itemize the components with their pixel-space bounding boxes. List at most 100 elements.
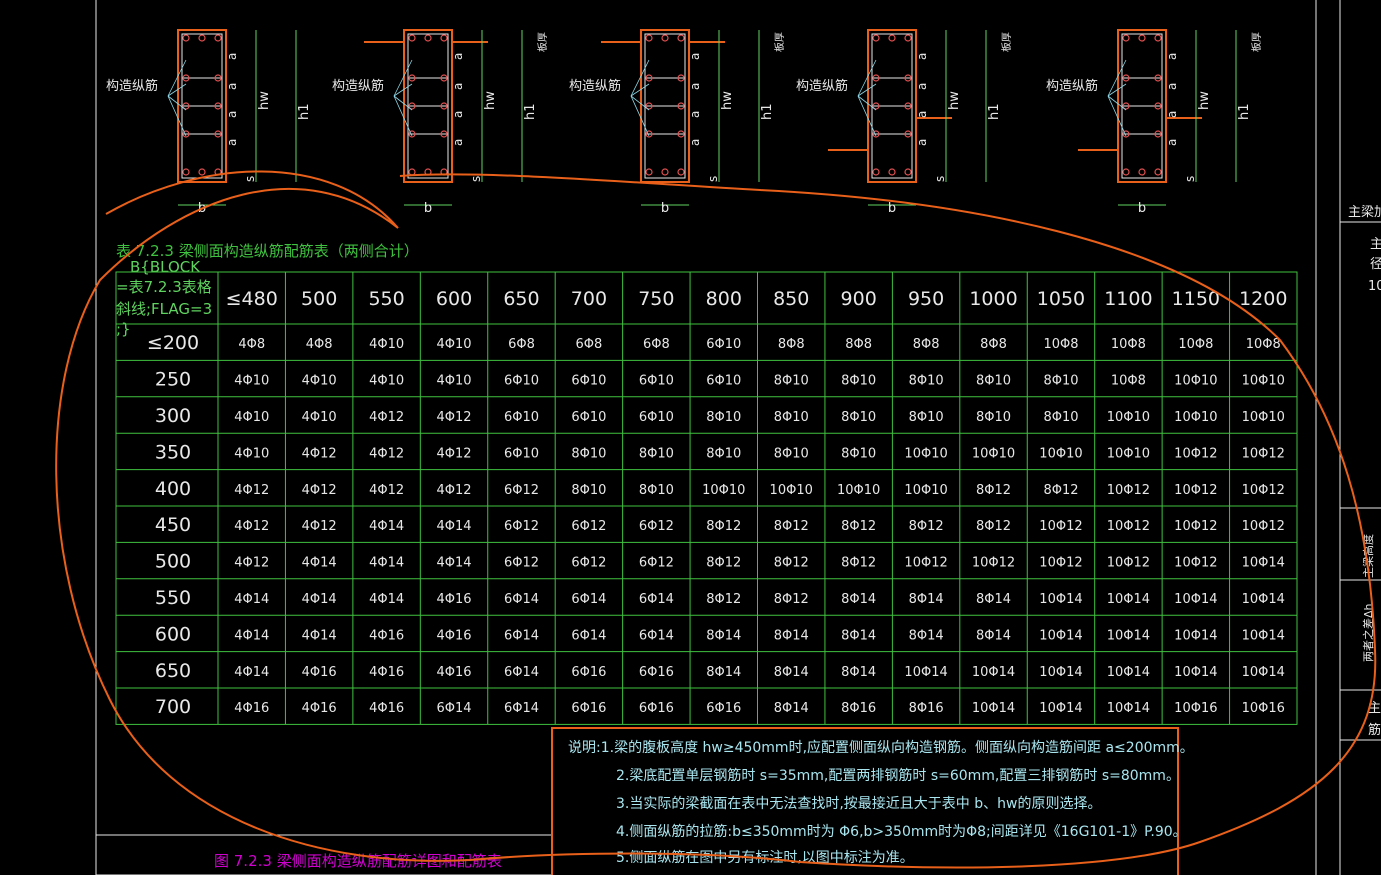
- table-cell: 8Φ12: [976, 519, 1011, 534]
- dim-a: a: [1165, 53, 1179, 60]
- table-cell: 4Φ12: [302, 519, 337, 534]
- table-cell: 4Φ16: [302, 665, 337, 680]
- table-cell: 10Φ14: [1107, 628, 1150, 643]
- dim-h1: h1: [297, 103, 312, 120]
- table-cell: 10Φ8: [1111, 337, 1146, 352]
- table-cell: 8Φ14: [841, 628, 876, 643]
- table-cell: 8Φ10: [909, 410, 944, 425]
- table-cell: 6Φ10: [504, 446, 539, 461]
- table-cell: 6Φ14: [504, 628, 539, 643]
- rebar-dot: [214, 34, 222, 42]
- table-cell: 8Φ10: [1043, 374, 1078, 389]
- rebar-dot: [198, 168, 206, 176]
- table-cell: 10Φ10: [770, 483, 813, 498]
- table-cell: 10Φ12: [1039, 519, 1082, 534]
- table-cell: 8Φ12: [841, 519, 876, 534]
- table-cell: 6Φ10: [706, 337, 741, 352]
- dim-a: a: [915, 53, 929, 60]
- table-cell: 4Φ14: [234, 592, 269, 607]
- table-cell: 4Φ16: [302, 701, 337, 716]
- table-cell: 10Φ12: [1039, 556, 1082, 571]
- table-cell: 8Φ10: [706, 410, 741, 425]
- col-header: 800: [706, 288, 742, 310]
- dim-a: a: [225, 53, 239, 60]
- table-cell: 10Φ10: [1242, 374, 1285, 389]
- table-cell: 8Φ14: [841, 592, 876, 607]
- table-cell: 4Φ16: [369, 665, 404, 680]
- table-cell: 10Φ8: [1111, 374, 1146, 389]
- dim-s: s: [706, 176, 720, 182]
- table-cell: 10Φ10: [1107, 446, 1150, 461]
- table-cell: 6Φ12: [504, 556, 539, 571]
- table-cell: 4Φ14: [234, 665, 269, 680]
- dim-b: b: [661, 201, 669, 216]
- col-header: 850: [773, 288, 809, 310]
- dim-hw: hw: [257, 91, 272, 110]
- col-header: 750: [638, 288, 674, 310]
- dim-s: s: [933, 176, 947, 182]
- table-cell: 8Φ8: [913, 337, 940, 352]
- table-cell: 8Φ12: [909, 519, 944, 534]
- table-cell: 10Φ12: [1174, 519, 1217, 534]
- col-header: 900: [841, 288, 877, 310]
- table-cell: 6Φ10: [639, 374, 674, 389]
- table-cell: 10Φ12: [1242, 519, 1285, 534]
- table-cell: 4Φ14: [234, 628, 269, 643]
- table-cell: 6Φ14: [571, 592, 606, 607]
- table-cell: 6Φ10: [571, 410, 606, 425]
- table-cell: 6Φ16: [639, 665, 674, 680]
- table-cell: 4Φ16: [437, 628, 472, 643]
- table-cell: 8Φ14: [909, 628, 944, 643]
- table-cell: 4Φ12: [369, 483, 404, 498]
- rebar-table-cells: ≤480 500 550 600 650 700 750 800 850 900 950 1000 10…: [147, 288, 1288, 718]
- dim-slab: 板厚: [773, 32, 786, 52]
- table-cell: 10Φ14: [1242, 556, 1285, 571]
- rebar-dot: [1154, 168, 1162, 176]
- cad-drawing-canvas[interactable]: 构造纵筋 b hw h1 a a a a s 构造纵筋 b hw h1 a a a a s 板厚构造纵筋 b hw h1 a…: [0, 0, 1381, 875]
- table-cell: 4Φ10: [437, 374, 472, 389]
- table-cell: 6Φ10: [571, 374, 606, 389]
- rebar-label: 构造纵筋: [1046, 78, 1098, 94]
- table-cell: 10Φ16: [1174, 701, 1217, 716]
- rebar-dot: [1154, 34, 1162, 42]
- rebar-dot: [182, 168, 190, 176]
- table-cell: 8Φ12: [841, 556, 876, 571]
- table-cell: 6Φ12: [571, 556, 606, 571]
- row-header: 550: [155, 587, 191, 609]
- rebar-dot: [661, 168, 669, 176]
- table-cell: 4Φ16: [369, 628, 404, 643]
- table-cell: 6Φ14: [571, 628, 606, 643]
- dim-a: a: [915, 111, 929, 118]
- table-cell: 10Φ14: [1174, 628, 1217, 643]
- table-cell: 4Φ10: [302, 410, 337, 425]
- table-cell: 10Φ14: [1242, 628, 1285, 643]
- table-cell: 6Φ14: [504, 665, 539, 680]
- dim-h1: h1: [987, 103, 1002, 120]
- table-cell: 4Φ8: [238, 337, 265, 352]
- table-cell: 8Φ14: [774, 665, 809, 680]
- table-cell: 8Φ10: [841, 410, 876, 425]
- table-cell: 6Φ12: [639, 556, 674, 571]
- table-cell: 10Φ14: [1039, 665, 1082, 680]
- table-cell: 8Φ14: [841, 665, 876, 680]
- table-cell: 6Φ14: [504, 592, 539, 607]
- table-cell: 10Φ8: [1178, 337, 1213, 352]
- rebar-dot: [1122, 168, 1130, 176]
- table-cell: 4Φ12: [369, 446, 404, 461]
- table-cell: 6Φ16: [639, 701, 674, 716]
- table-cell: 10Φ14: [904, 665, 947, 680]
- block-note-line-3: 斜线;FLAG=3: [116, 300, 212, 318]
- row-header: 600: [155, 623, 191, 645]
- table-cell: 4Φ12: [369, 410, 404, 425]
- table-cell: 4Φ10: [437, 337, 472, 352]
- table-cell: 8Φ14: [909, 592, 944, 607]
- table-cell: 4Φ14: [302, 628, 337, 643]
- dim-h1: h1: [760, 103, 775, 120]
- dim-slab: 板厚: [1250, 32, 1263, 52]
- table-cell: 10Φ12: [1242, 446, 1285, 461]
- right-mid-3: 10: [1368, 279, 1381, 294]
- table-cell: 8Φ10: [639, 483, 674, 498]
- table-cell: 8Φ10: [976, 410, 1011, 425]
- dim-s: s: [469, 176, 483, 182]
- table-cell: 6Φ12: [504, 483, 539, 498]
